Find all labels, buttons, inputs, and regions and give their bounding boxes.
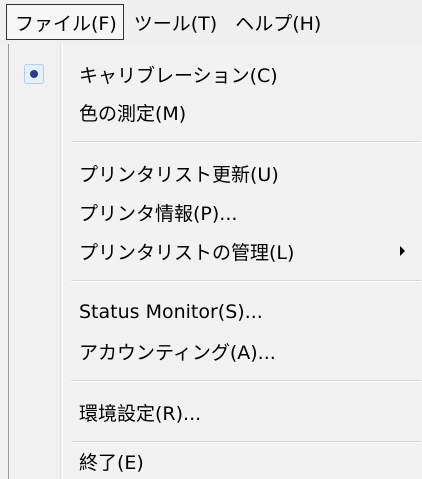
menu-item-label: Status Monitor(S)... bbox=[79, 301, 263, 323]
menu-separator bbox=[71, 141, 421, 143]
menu-item-label: プリンタリスト更新(U) bbox=[79, 163, 279, 186]
menu-item-printer-info[interactable]: プリンタ情報(P)... bbox=[9, 194, 421, 230]
menu-file[interactable]: ファイル(F) bbox=[6, 4, 124, 40]
menu-item-exit[interactable]: 終了(E) bbox=[9, 443, 421, 479]
menu-item-update-printer-list[interactable]: プリンタリスト更新(U) bbox=[9, 155, 421, 191]
file-dropdown-menu: キャリブレーション(C) 色の測定(M) プリンタリスト更新(U) プリンタ情報… bbox=[8, 44, 422, 479]
menu-separator bbox=[71, 380, 421, 382]
submenu-arrow-icon bbox=[400, 246, 405, 256]
menu-tools[interactable]: ツール(T) bbox=[126, 4, 225, 40]
menu-item-label: プリンタリストの管理(L) bbox=[79, 241, 295, 264]
menu-item-calibration[interactable]: キャリブレーション(C) bbox=[9, 56, 421, 92]
menu-item-label: 終了(E) bbox=[79, 451, 144, 474]
menu-item-accounting[interactable]: アカウンティング(A)... bbox=[9, 333, 421, 369]
menu-item-label: キャリブレーション(C) bbox=[79, 64, 278, 87]
menu-item-status-monitor[interactable]: Status Monitor(S)... bbox=[9, 294, 421, 330]
menu-item-label: 環境設定(R)... bbox=[79, 402, 202, 425]
menu-item-preferences[interactable]: 環境設定(R)... bbox=[9, 394, 421, 430]
menu-item-label: プリンタ情報(P)... bbox=[79, 202, 238, 225]
radio-checked-icon bbox=[24, 64, 44, 84]
menu-item-label: 色の測定(M) bbox=[79, 102, 187, 125]
menu-item-color-measurement[interactable]: 色の測定(M) bbox=[9, 94, 421, 130]
menu-item-label: アカウンティング(A)... bbox=[79, 341, 276, 364]
menu-item-manage-printer-list[interactable]: プリンタリストの管理(L) bbox=[9, 233, 421, 269]
menu-help[interactable]: ヘルプ(H) bbox=[227, 4, 329, 40]
menu-separator bbox=[71, 280, 421, 282]
menu-bar: ファイル(F) ツール(T) ヘルプ(H) bbox=[0, 0, 422, 44]
